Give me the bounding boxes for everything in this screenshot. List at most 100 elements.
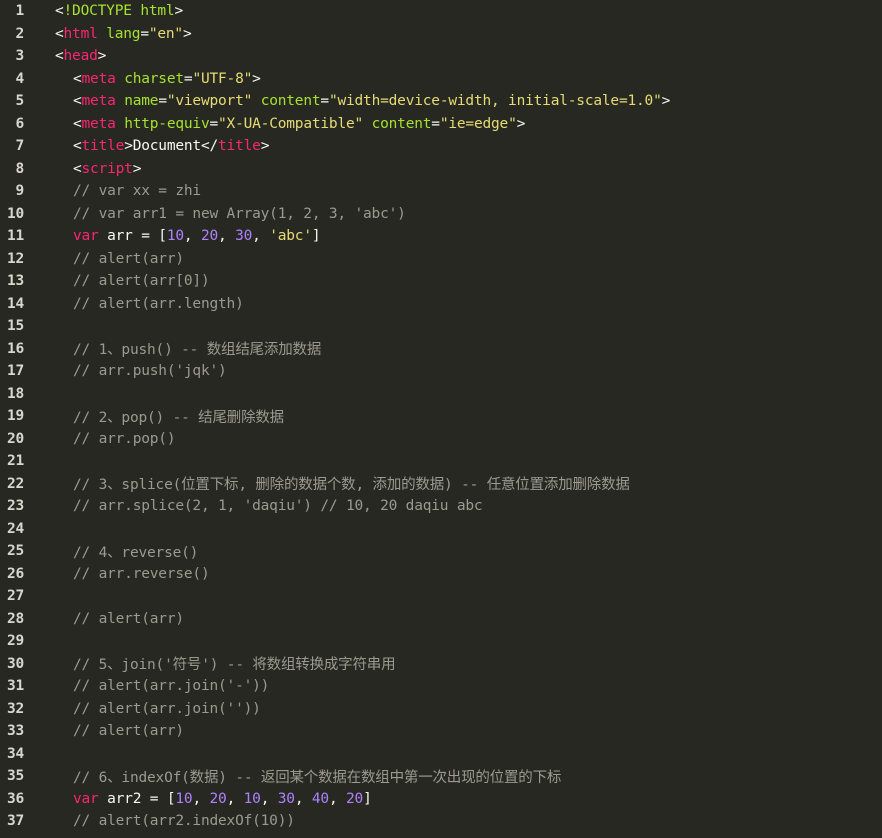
code-token: 10 — [175, 790, 193, 807]
code-line[interactable]: 29 — [0, 630, 882, 653]
code-line[interactable]: 6 <meta http-equiv="X-UA-Compatible" cont… — [0, 113, 882, 136]
code-token: = — [431, 115, 440, 132]
code-text: // arr.pop() — [73, 430, 176, 447]
code-token: // 5、join('符号') -- 将数组转换成字符串用 — [73, 657, 396, 674]
code-line[interactable]: 25 // 4、reverse() — [0, 540, 882, 563]
line-number: 6 — [15, 115, 24, 132]
line-number: 12 — [6, 250, 24, 267]
code-text: // 3、splice(位置下标, 删除的数据个数, 添加的数据) -- 任意位… — [73, 473, 630, 494]
code-line[interactable]: 22 // 3、splice(位置下标, 删除的数据个数, 添加的数据) -- 任… — [0, 473, 882, 496]
line-number: 34 — [6, 745, 24, 762]
code-line[interactable]: 5 <meta name="viewport" content="width=de… — [0, 90, 882, 113]
code-line[interactable]: 33 // alert(arr) — [0, 720, 882, 743]
code-token: title — [218, 138, 261, 155]
code-editor[interactable]: 1 <!DOCTYPE html> 2 <html lang="en"> 3 <head>… — [0, 0, 882, 838]
line-number: 35 — [6, 768, 24, 785]
code-line[interactable]: 24 — [0, 518, 882, 541]
code-token: > — [661, 93, 671, 110]
code-token: , — [328, 790, 346, 807]
code-token: html — [63, 25, 98, 42]
code-token: arr2 = [ — [98, 790, 176, 807]
code-token: var — [73, 790, 99, 807]
line-number: 36 — [6, 790, 24, 807]
code-text: <meta name="viewport" content="width=dev… — [73, 93, 670, 109]
code-token: // alert(arr) — [73, 723, 184, 740]
code-token: meta — [81, 115, 116, 132]
code-token: 40 — [311, 790, 329, 807]
line-number: 17 — [6, 363, 24, 380]
line-number: 23 — [6, 498, 24, 515]
code-line[interactable]: 10 // var arr1 = new Array(1, 2, 3, 'abc'… — [0, 203, 882, 226]
line-number: 20 — [6, 430, 24, 447]
line-number: 10 — [6, 205, 24, 222]
code-token: title — [81, 138, 125, 155]
code-line[interactable]: 20 // arr.pop() — [0, 428, 882, 451]
code-token: < — [73, 160, 82, 177]
code-line[interactable]: 21 — [0, 450, 882, 473]
code-line[interactable]: 12 // alert(arr) — [0, 248, 882, 271]
code-token: , — [260, 790, 278, 807]
code-line[interactable]: 28 // alert(arr) — [0, 608, 882, 631]
code-line[interactable]: 9 // var xx = zhi — [0, 180, 882, 203]
code-line[interactable]: 35 // 6、indexOf(数据) -- 返回某个数据在数组中第一次出现的位置… — [0, 765, 882, 788]
code-token: = — [140, 25, 149, 42]
code-token: var — [73, 228, 99, 245]
code-token: > — [252, 70, 261, 87]
code-line[interactable]: 30 // 5、join('符号') -- 将数组转换成字符串用 — [0, 653, 882, 676]
code-line[interactable]: 16 // 1、push() -- 数组结尾添加数据 — [0, 338, 882, 361]
code-line[interactable]: 4 <meta charset="UTF-8"> — [0, 68, 882, 91]
code-token: content — [260, 93, 321, 110]
code-token: , — [294, 790, 312, 807]
code-text: // 2、pop() -- 结尾删除数据 — [73, 406, 284, 427]
code-text: <script> — [73, 161, 141, 177]
code-line[interactable]: 19 // 2、pop() -- 结尾删除数据 — [0, 405, 882, 428]
code-text: // alert(arr.join('')) — [73, 701, 261, 717]
line-number: 7 — [15, 138, 24, 155]
code-line[interactable]: 18 — [0, 383, 882, 406]
code-line[interactable]: 3 <head> — [0, 45, 882, 68]
code-token: > — [174, 3, 183, 20]
code-token: // arr.reverse() — [73, 565, 210, 582]
code-line[interactable]: 26 // arr.reverse() — [0, 563, 882, 586]
code-token: "viewport" — [166, 93, 253, 110]
line-number: 29 — [6, 633, 24, 650]
line-number: 33 — [6, 723, 24, 740]
code-line[interactable]: 15 — [0, 315, 882, 338]
code-token: // alert(arr) — [73, 250, 184, 267]
code-line[interactable]: 27 — [0, 585, 882, 608]
code-line[interactable]: 31 // alert(arr.join('-')) — [0, 675, 882, 698]
code-token: > — [124, 138, 133, 155]
code-text: // alert(arr2.indexOf(10)) — [73, 813, 295, 829]
code-line[interactable]: 34 — [0, 743, 882, 766]
code-line[interactable]: 23 // arr.splice(2, 1, 'daqiu') // 10, 20… — [0, 495, 882, 518]
code-token: // 6、indexOf(数据) -- 返回某个数据在数组中第一次出现的位置的下… — [73, 769, 562, 786]
code-line[interactable]: 17 // arr.push('jqk') — [0, 360, 882, 383]
code-text: <!DOCTYPE html> — [55, 3, 183, 19]
code-token: // arr.pop() — [73, 430, 176, 447]
code-text: // arr.splice(2, 1, 'daqiu') // 10, 20 d… — [73, 498, 483, 514]
code-token: // alert(arr2.indexOf(10)) — [73, 813, 295, 830]
code-line[interactable]: 14 // alert(arr.length) — [0, 293, 882, 316]
code-token: 'abc' — [269, 228, 312, 245]
code-line[interactable]: 7 <title>Document</title> — [0, 135, 882, 158]
code-token: > — [132, 160, 142, 177]
code-token: "width=device-width, initial-scale=1.0" — [328, 93, 662, 110]
line-number: 4 — [15, 70, 24, 87]
line-number: 13 — [6, 273, 24, 290]
code-token: "en" — [148, 25, 183, 42]
code-token: name — [124, 93, 159, 110]
code-text: // alert(arr.join('-')) — [73, 678, 269, 694]
code-line[interactable]: 36 var arr2 = [10, 20, 10, 30, 40, 20] — [0, 788, 882, 811]
code-line[interactable]: 8 <script> — [0, 158, 882, 181]
code-line[interactable]: 13 // alert(arr[0]) — [0, 270, 882, 293]
code-token: 30 — [277, 790, 295, 807]
code-line[interactable]: 2 <html lang="en"> — [0, 23, 882, 46]
code-line[interactable]: 1 <!DOCTYPE html> — [0, 0, 882, 23]
code-line[interactable]: 37 // alert(arr2.indexOf(10)) — [0, 810, 882, 833]
line-number: 8 — [15, 160, 24, 177]
line-number: 25 — [6, 543, 24, 560]
code-line[interactable]: 11 var arr = [10, 20, 30, 'abc'] — [0, 225, 882, 248]
code-line[interactable]: 32 // alert(arr.join('')) — [0, 698, 882, 721]
